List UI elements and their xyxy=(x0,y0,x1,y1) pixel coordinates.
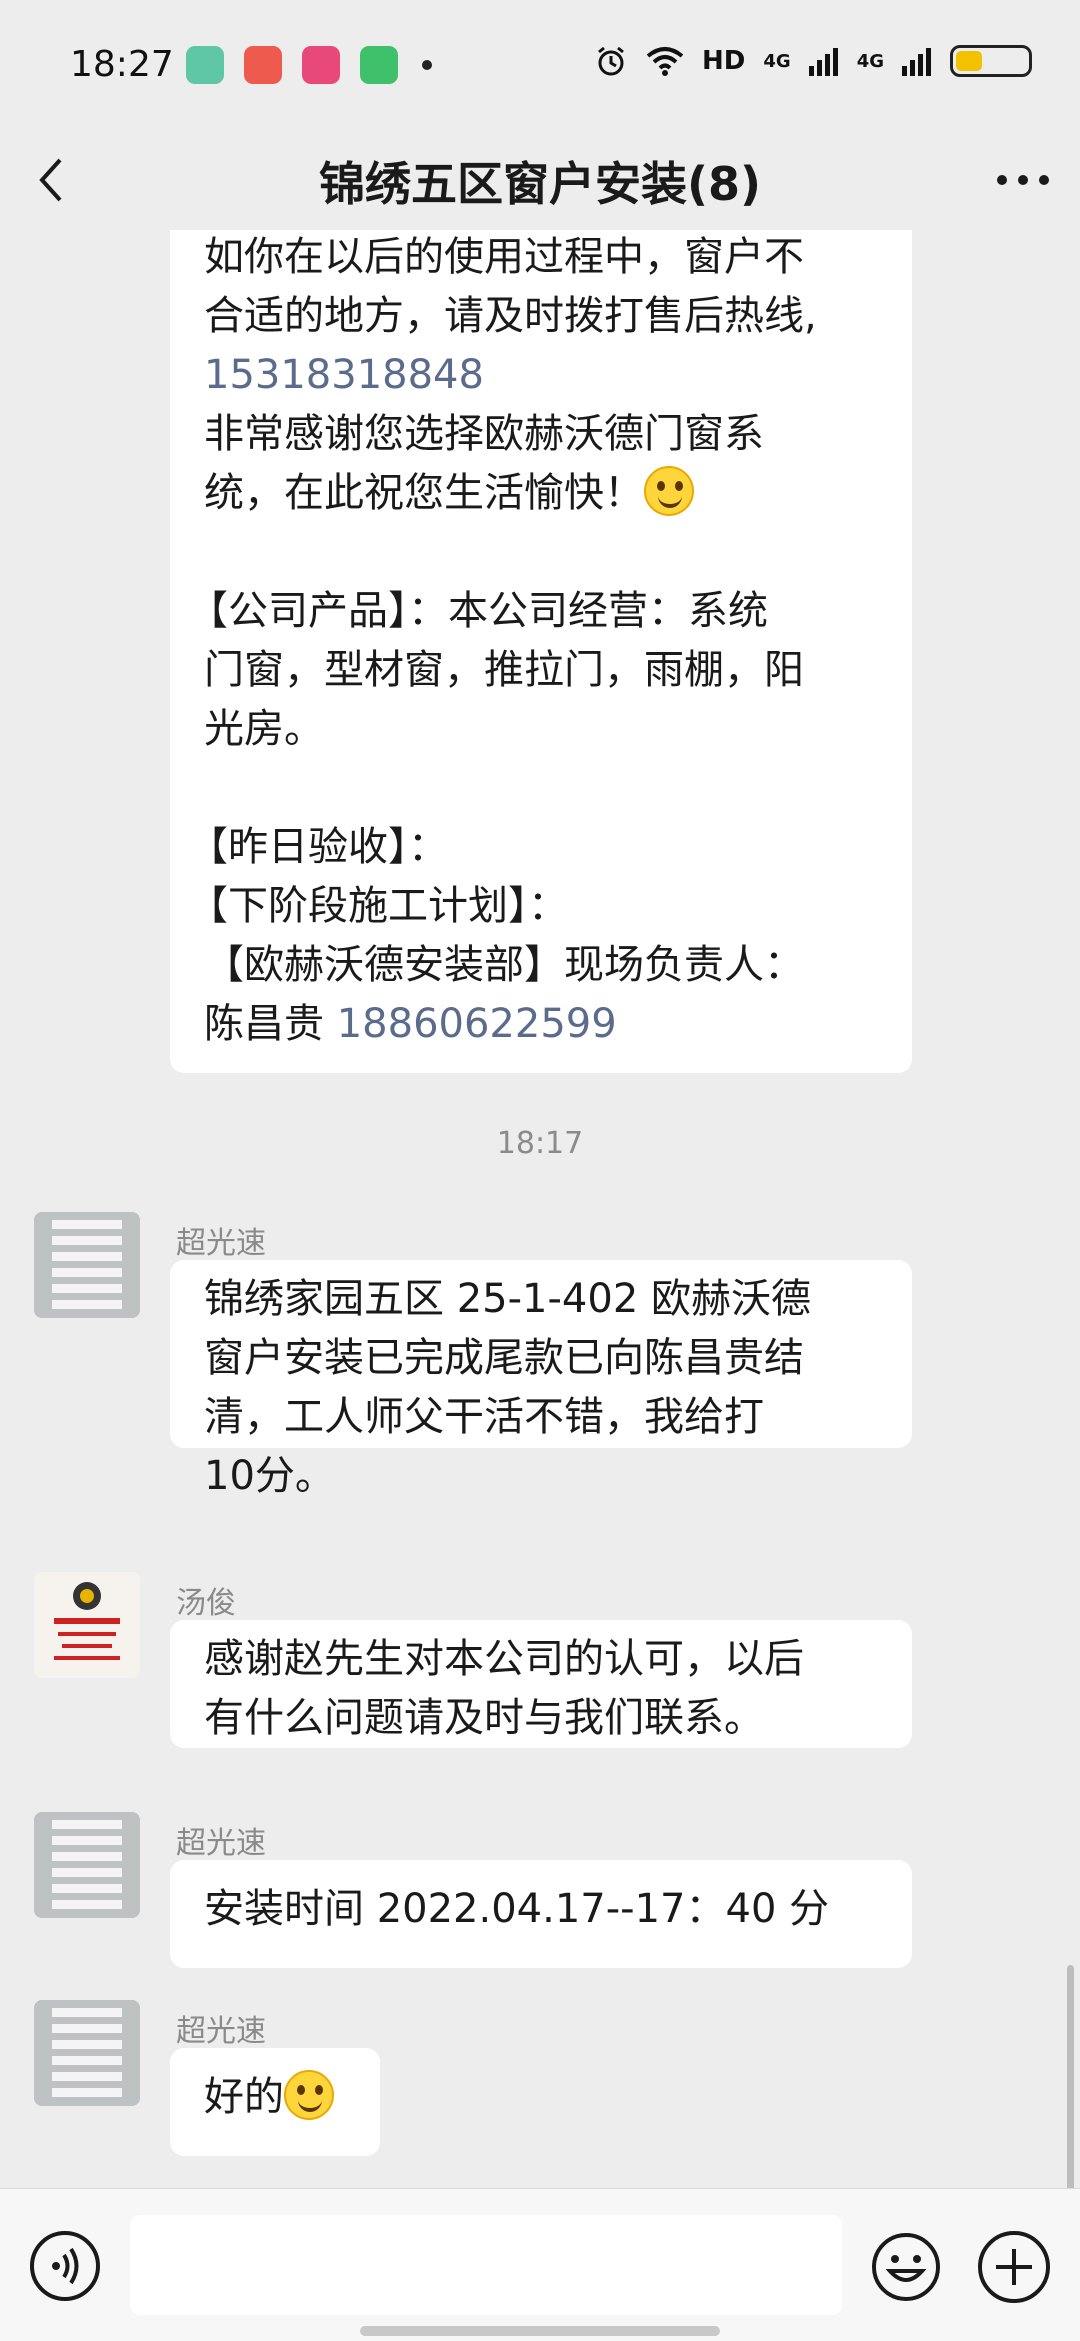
radiator-avatar-icon xyxy=(34,1212,140,1318)
sender-name: 超光速 xyxy=(176,1226,266,1261)
message-5-text: 好的 xyxy=(204,2074,284,2120)
smile-emoji-icon xyxy=(644,466,694,516)
voice-wave-icon xyxy=(52,2247,79,2285)
wifi-icon xyxy=(646,47,684,76)
app-red-icon xyxy=(244,46,282,84)
plus-icon[interactable] xyxy=(978,2231,1050,2303)
message-bubble-4[interactable]: 安装时间 2022.04.17--17：40 分 xyxy=(170,1860,912,1968)
avatar-chaoguangsu[interactable] xyxy=(34,1812,140,1918)
chat-title: 锦绣五区窗户安装(8) xyxy=(318,157,762,211)
message-line: 【欧赫沃德安装部】现场负责人： xyxy=(204,942,804,988)
message-line: 光房。 xyxy=(204,706,324,752)
sender-name: 超光速 xyxy=(176,2014,266,2049)
hd-label: HD xyxy=(702,46,746,76)
radiator-avatar-icon xyxy=(34,1812,140,1918)
message-timestamp: 18:17 xyxy=(496,1126,584,1161)
signal-label-1: 4G xyxy=(763,50,791,72)
message-line: 【昨日验收】： xyxy=(188,824,448,870)
avatar-chaoguangsu[interactable] xyxy=(34,1212,140,1318)
message-line: 非常感谢您选择欧赫沃德门窗系 xyxy=(204,411,764,457)
notification-icons xyxy=(186,46,432,84)
company-logo-avatar-icon xyxy=(34,1572,140,1678)
input-bar xyxy=(0,2188,1080,2341)
message-line: 统，在此祝您生活愉快！ xyxy=(204,470,644,516)
voice-icon[interactable] xyxy=(30,2231,100,2301)
more-dots-icon[interactable] xyxy=(992,152,1054,208)
message-line: 【下阶段施工计划】： xyxy=(188,883,568,929)
status-bar: 18:27 HD 4G 4G xyxy=(0,0,1080,130)
avatar-tangjun[interactable] xyxy=(34,1572,140,1678)
alarm-icon xyxy=(598,46,624,76)
app-green-icon xyxy=(186,46,224,84)
message-line: 门窗，型材窗，推拉门，雨棚，阳 xyxy=(204,647,804,693)
message-bubble-1[interactable]: 如你在以后的使用过程中，窗户不 合适的地方，请及时拨打售后热线, 1531831… xyxy=(170,230,912,1073)
app-pink-icon xyxy=(302,46,340,84)
phone-link-1[interactable]: 15318318848 xyxy=(204,346,484,405)
message-list[interactable]: 如你在以后的使用过程中，窗户不 合适的地方，请及时拨打售后热线, 1531831… xyxy=(0,230,1080,2188)
status-indicators: HD 4G 4G xyxy=(594,44,1032,78)
message-bubble-2[interactable]: 锦绣家园五区 25-1-402 欧赫沃德 窗户安装已完成尾款已向陈昌贵结 清，工… xyxy=(170,1260,912,1499)
plus-glyph-icon xyxy=(996,2249,1032,2285)
signal-label-2: 4G xyxy=(856,50,884,72)
home-indicator[interactable] xyxy=(360,2326,720,2336)
message-line: 陈昌贵 xyxy=(204,1001,337,1047)
emoji-icon[interactable] xyxy=(870,2231,942,2303)
chat-header: 锦绣五区窗户安装(8) xyxy=(0,130,1080,230)
message-bubble-3[interactable]: 感谢赵先生对本公司的认可，以后 有什么问题请及时与我们联系。 xyxy=(170,1620,912,1748)
sender-name: 汤俊 xyxy=(176,1586,236,1621)
radiator-avatar-icon xyxy=(34,2000,140,2106)
signal-bars-icon xyxy=(808,48,838,76)
more-notifications-dot-icon xyxy=(422,60,432,70)
avatar-chaoguangsu[interactable] xyxy=(34,2000,140,2106)
message-bubble-5[interactable]: 好的 xyxy=(170,2048,380,2156)
chat-scrollbar[interactable] xyxy=(1067,1965,1074,2188)
status-time: 18:27 xyxy=(70,44,174,85)
phone-link-2[interactable]: 18860622599 xyxy=(337,1001,617,1047)
message-line: 【公司产品】：本公司经营：系统 xyxy=(188,588,768,634)
app-green-small-icon xyxy=(360,46,398,84)
message-line: 合适的地方，请及时拨打售后热线, xyxy=(204,293,817,339)
battery-icon xyxy=(950,45,1032,77)
message-input[interactable] xyxy=(130,2215,842,2315)
message-line: 如你在以后的使用过程中，窗户不 xyxy=(204,234,804,280)
grin-emoji-icon xyxy=(284,2070,334,2120)
signal-bars-icon-2 xyxy=(902,48,931,76)
sender-name: 超光速 xyxy=(176,1826,266,1861)
